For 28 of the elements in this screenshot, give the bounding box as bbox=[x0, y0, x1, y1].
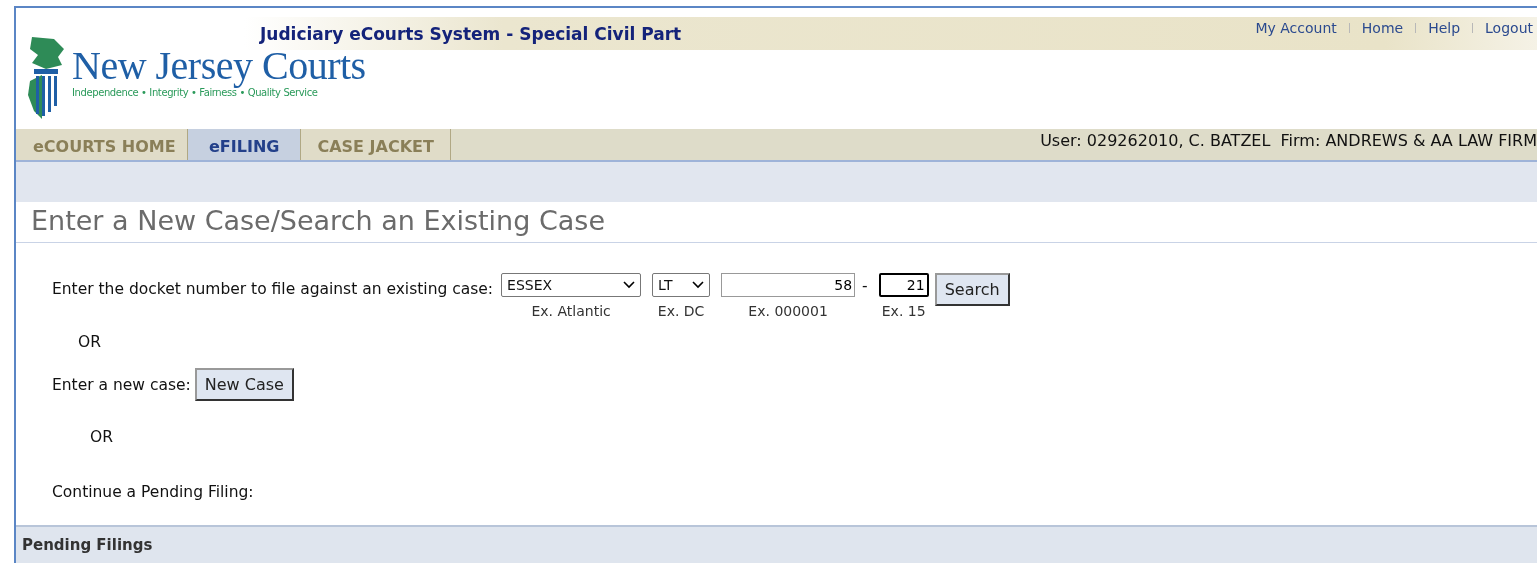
nav-tab[interactable]: eFILING bbox=[188, 129, 302, 160]
top-link[interactable]: My Account bbox=[1255, 20, 1337, 36]
chevron-down-icon bbox=[623, 281, 636, 289]
pending-filings-header: Pending Filings bbox=[22, 536, 153, 554]
or-label: OR bbox=[78, 333, 102, 351]
field-hint: Ex. 15 bbox=[881, 303, 926, 319]
pending-label: Continue a Pending Filing: bbox=[52, 483, 255, 501]
field-hint: Ex. Atlantic bbox=[531, 303, 611, 319]
chevron-down-icon bbox=[692, 281, 705, 289]
new-case-button[interactable]: New Case bbox=[194, 368, 294, 401]
search-button[interactable]: Search bbox=[934, 273, 1010, 306]
top-link[interactable]: Home bbox=[1361, 20, 1404, 36]
separator: - bbox=[862, 276, 868, 295]
docket-year-field[interactable]: 21 bbox=[878, 273, 929, 297]
page-title: Enter a New Case/Search an Existing Case bbox=[16, 202, 1537, 243]
top-link[interactable]: Help bbox=[1428, 20, 1461, 36]
or-label: OR bbox=[90, 428, 114, 446]
new-case-label: Enter a new case: bbox=[52, 375, 191, 394]
tagline: Independence • Integrity • Fairness • Quality Service bbox=[72, 87, 319, 98]
docket-number-field[interactable]: 58 bbox=[721, 273, 856, 297]
top-link[interactable]: Logout bbox=[1485, 20, 1533, 36]
field-hint: Ex. 000001 bbox=[748, 303, 828, 319]
system-title: Judiciary eCourts System - Special Civil Part bbox=[260, 23, 682, 44]
docket-label: Enter the docket number to file against an existing case: bbox=[52, 279, 494, 298]
user-info: User: 029262010, C. BATZEL Firm: ANDREWS & AA LAW FIRM bbox=[1040, 130, 1537, 150]
field-hint: Ex. DC bbox=[657, 303, 705, 319]
court-select[interactable]: LT bbox=[652, 273, 711, 297]
venue-select[interactable]: ESSEX bbox=[501, 273, 642, 297]
